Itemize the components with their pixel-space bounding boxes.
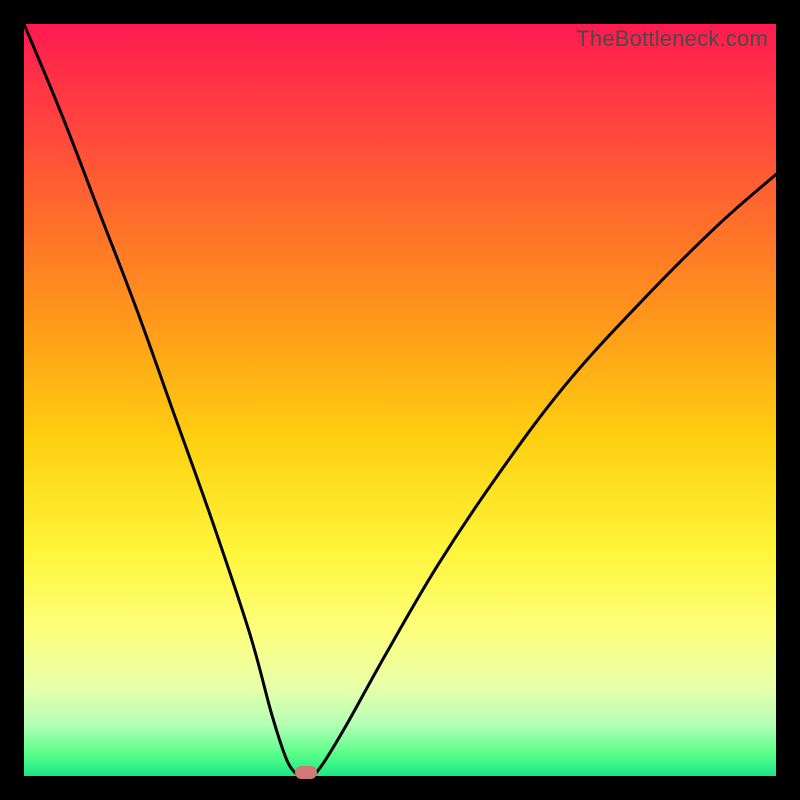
curve-right-branch [314, 174, 776, 776]
watermark-text: TheBottleneck.com [576, 26, 768, 52]
bottleneck-curve [24, 24, 776, 776]
curve-left-branch [24, 24, 298, 776]
plot-frame: TheBottleneck.com [24, 24, 776, 776]
optimum-marker [295, 766, 317, 779]
